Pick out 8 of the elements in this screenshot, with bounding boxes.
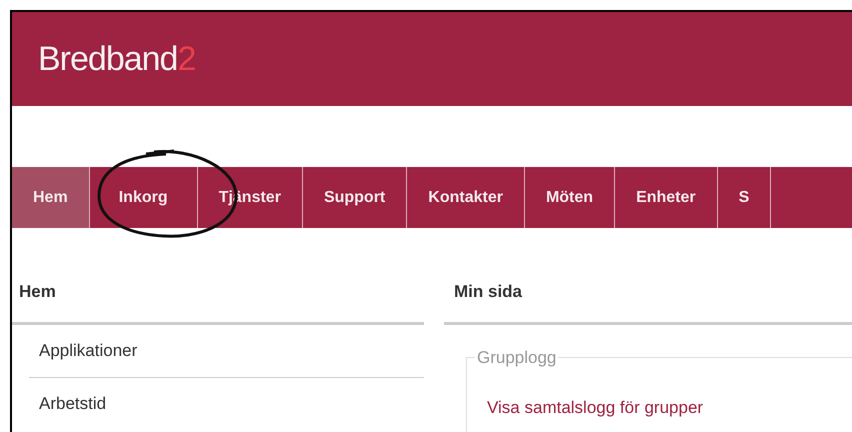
fieldset-legend: Grupplogg bbox=[475, 345, 558, 370]
nav-tab[interactable]: Hem bbox=[12, 167, 90, 228]
sidebar-link[interactable]: Arbetstid bbox=[29, 378, 424, 430]
sidebar-link[interactable]: Applikationer bbox=[29, 325, 424, 377]
sidebar-title: Hem bbox=[18, 281, 57, 304]
logo[interactable]: Bredband2 bbox=[38, 42, 196, 76]
call-log-link[interactable]: Visa samtalslogg för grupper bbox=[487, 394, 852, 420]
main-title: Min sida bbox=[453, 281, 524, 304]
